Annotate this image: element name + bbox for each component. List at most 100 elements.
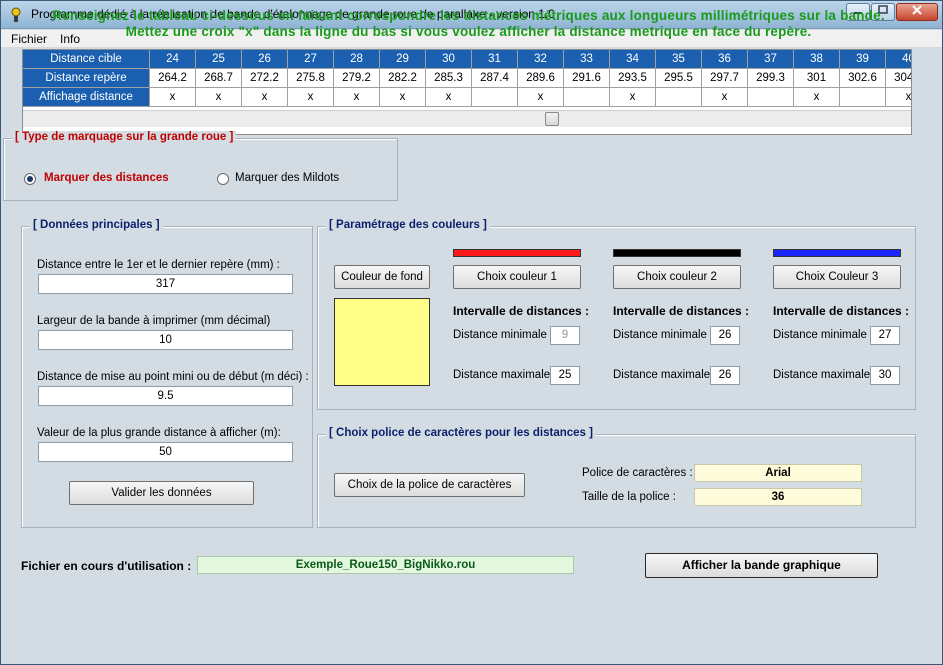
- grid-repere-cell[interactable]: 302.6: [840, 69, 886, 88]
- grid-repere-cell[interactable]: 272.2: [242, 69, 288, 88]
- grid-affichage-cell[interactable]: [472, 88, 518, 107]
- input-plus-grande-distance[interactable]: 50: [38, 442, 293, 462]
- font-size-field: 36: [694, 488, 862, 506]
- grid-affichage-cell[interactable]: x: [794, 88, 840, 107]
- grid-column-header: 38: [794, 50, 840, 69]
- label-plus-grande-distance: Valeur de la plus grande distance à affi…: [37, 427, 281, 439]
- grid-repere-cell[interactable]: 268.7: [196, 69, 242, 88]
- input-distance-mise-au-point[interactable]: 9.5: [38, 386, 293, 406]
- grid-affichage-cell[interactable]: x: [334, 88, 380, 107]
- grid-repere-cell[interactable]: 295.5: [656, 69, 702, 88]
- grid-row-header: Affichage distance: [23, 88, 150, 107]
- grid-affichage-cell[interactable]: [564, 88, 610, 107]
- choose-color-1-button[interactable]: Choix couleur 1: [453, 265, 581, 289]
- instruction-line-1: Renseignez le tableau ci-dessous en fais…: [52, 8, 885, 23]
- min-distance-input-3[interactable]: 27: [870, 326, 900, 345]
- input-largeur-bande[interactable]: 10: [38, 330, 293, 350]
- min-distance-input-2[interactable]: 26: [710, 326, 740, 345]
- max-distance-input-2[interactable]: 26: [710, 366, 740, 385]
- grid-column-header: 40: [886, 50, 911, 69]
- input-distance-reperes[interactable]: 317: [38, 274, 293, 294]
- font-name-field: Arial: [694, 464, 862, 482]
- label-largeur-bande: Largeur de la bande à imprimer (mm décim…: [37, 315, 271, 327]
- display-band-button[interactable]: Afficher la bande graphique: [645, 553, 878, 578]
- background-color-button[interactable]: Couleur de fond: [334, 265, 430, 289]
- grid-affichage-cell[interactable]: x: [242, 88, 288, 107]
- donnees-frame-title: [ Données principales ]: [30, 219, 163, 231]
- radio-marquer-mildots[interactable]: [217, 173, 229, 185]
- max-distance-label-3: Distance maximale: [773, 369, 871, 381]
- grid-column-header: 39: [840, 50, 886, 69]
- grid-affichage-cell[interactable]: x: [426, 88, 472, 107]
- grid-affichage-cell[interactable]: x: [886, 88, 911, 107]
- distance-grid[interactable]: Distance cible 24 25 26 27 28 29 30 31 32 33 34 35 36…: [22, 49, 912, 135]
- grid-repere-cell[interactable]: 301: [794, 69, 840, 88]
- radio-label-distances[interactable]: Marquer des distances: [44, 172, 169, 184]
- grid-affichage-cell[interactable]: x: [288, 88, 334, 107]
- choose-font-button[interactable]: Choix de la police de caractères: [334, 473, 525, 497]
- grid-affichage-cell[interactable]: [656, 88, 702, 107]
- grid-repere-cell[interactable]: 264.2: [150, 69, 196, 88]
- max-distance-input-3[interactable]: 30: [870, 366, 900, 385]
- font-size-label: Taille de la police :: [582, 491, 676, 503]
- grid-column-header: 35: [656, 50, 702, 69]
- radio-marquer-distances[interactable]: [24, 173, 36, 185]
- grid-repere-cell[interactable]: 285.3: [426, 69, 472, 88]
- marquage-frame: [ Type de marquage sur la grande roue ] …: [3, 131, 398, 201]
- grid-affichage-cell[interactable]: x: [702, 88, 748, 107]
- grid-repere-cell[interactable]: 293.5: [610, 69, 656, 88]
- grid-affichage-cell[interactable]: x: [150, 88, 196, 107]
- min-distance-label-3: Distance minimale: [773, 329, 867, 341]
- application-window: Programme dédié à la réalisation de band…: [0, 0, 943, 665]
- grid-column-header: 27: [288, 50, 334, 69]
- color-1-bar: [453, 249, 581, 257]
- grid-affichage-cell[interactable]: x: [518, 88, 564, 107]
- grid-affichage-cell[interactable]: [748, 88, 794, 107]
- grid-repere-cell[interactable]: 291.6: [564, 69, 610, 88]
- grid-repere-cell[interactable]: 304.2: [886, 69, 911, 88]
- min-distance-input-1[interactable]: 9: [550, 326, 580, 345]
- grid-column-header: 24: [150, 50, 196, 69]
- max-distance-label-1: Distance maximale: [453, 369, 551, 381]
- grid-column-header: 37: [748, 50, 794, 69]
- instruction-line-2: Mettez une croix "x" dans la ligne du ba…: [125, 24, 812, 39]
- grid-column-header: 28: [334, 50, 380, 69]
- grid-column-header: 26: [242, 50, 288, 69]
- max-distance-input-1[interactable]: 25: [550, 366, 580, 385]
- grid-column-header: 36: [702, 50, 748, 69]
- grid-repere-cell[interactable]: 279.2: [334, 69, 380, 88]
- client-area: Renseignez le tableau ci-dessous en fais…: [1, 1, 936, 614]
- grid-row-header: Distance repère: [23, 69, 150, 88]
- interval-label-2: Intervalle de distances :: [613, 304, 750, 318]
- grid-column-header: 29: [380, 50, 426, 69]
- grid-affichage-cell[interactable]: x: [610, 88, 656, 107]
- grid-column-header: 31: [472, 50, 518, 69]
- grid-repere-cell[interactable]: 287.4: [472, 69, 518, 88]
- police-frame-title: [ Choix police de caractères pour les di…: [326, 427, 596, 439]
- scrollbar-thumb[interactable]: [545, 112, 559, 126]
- grid-horizontal-scrollbar[interactable]: [23, 110, 911, 127]
- grid-repere-cell[interactable]: 275.8: [288, 69, 334, 88]
- choose-color-2-button[interactable]: Choix couleur 2: [613, 265, 741, 289]
- donnees-frame: [ Données principales ] Distance entre l…: [21, 219, 313, 528]
- grid-repere-cell[interactable]: 297.7: [702, 69, 748, 88]
- grid-affichage-cell[interactable]: x: [380, 88, 426, 107]
- couleurs-frame: [ Paramétrage des couleurs ] Couleur de …: [317, 219, 916, 410]
- grid-repere-cell[interactable]: 299.3: [748, 69, 794, 88]
- grid-repere-cell[interactable]: 282.2: [380, 69, 426, 88]
- validate-data-button[interactable]: Valider les données: [69, 481, 254, 505]
- current-file-label: Fichier en cours d'utilisation :: [21, 559, 192, 573]
- radio-label-mildots[interactable]: Marquer des Mildots: [235, 172, 339, 184]
- grid-repere-cell[interactable]: 289.6: [518, 69, 564, 88]
- interval-label-1: Intervalle de distances :: [453, 304, 590, 318]
- label-distance-mise-au-point: Distance de mise au point mini ou de déb…: [37, 371, 309, 383]
- grid-affichage-cell[interactable]: [840, 88, 886, 107]
- grid-affichage-cell[interactable]: x: [196, 88, 242, 107]
- grid-column-header: 25: [196, 50, 242, 69]
- color-3-bar: [773, 249, 901, 257]
- min-distance-label-2: Distance minimale: [613, 329, 707, 341]
- grid-column-header: 32: [518, 50, 564, 69]
- choose-color-3-button[interactable]: Choix Couleur 3: [773, 265, 901, 289]
- grid-column-header: 30: [426, 50, 472, 69]
- min-distance-label-1: Distance minimale: [453, 329, 547, 341]
